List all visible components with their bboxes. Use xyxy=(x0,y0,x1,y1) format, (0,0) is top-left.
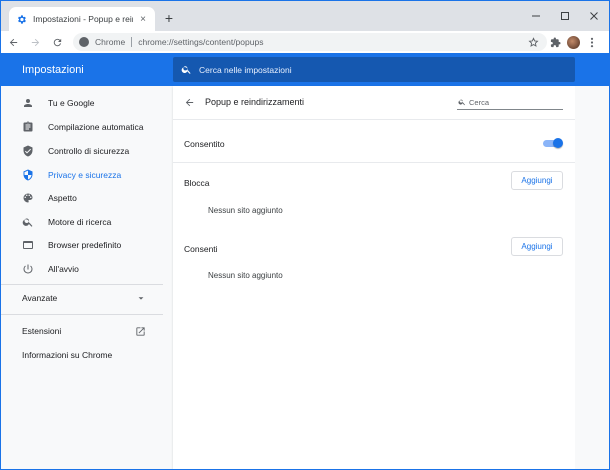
sidebar-item-privacy[interactable]: Privacy e sicurezza xyxy=(1,164,163,186)
block-empty-text: Nessun sito aggiunto xyxy=(208,206,283,215)
close-window-icon[interactable] xyxy=(579,1,609,31)
sidebar-about-chrome[interactable]: Informazioni su Chrome xyxy=(22,350,112,360)
sidebar-item-label: Aspetto xyxy=(48,193,77,203)
block-add-button[interactable]: Aggiungi xyxy=(511,171,563,190)
subpage-search[interactable] xyxy=(457,95,563,110)
sidebar-item-label: Browser predefinito xyxy=(48,240,122,250)
shield-check-icon xyxy=(21,144,35,158)
block-section-title: Blocca xyxy=(184,178,210,188)
tab-close-icon[interactable]: × xyxy=(137,13,149,25)
back-arrow-icon[interactable] xyxy=(3,32,23,52)
sidebar-item-label: Compilazione automatica xyxy=(48,122,144,132)
sidebar-item-autofill[interactable]: Compilazione automatica xyxy=(1,116,163,138)
profile-avatar[interactable] xyxy=(564,32,582,52)
settings-search[interactable] xyxy=(173,57,575,82)
sidebar-item-safety-check[interactable]: Controllo di sicurezza xyxy=(1,140,163,162)
settings-search-input[interactable] xyxy=(199,64,559,75)
allow-empty-text: Nessun sito aggiunto xyxy=(208,271,283,280)
palette-icon xyxy=(21,191,35,205)
new-tab-button[interactable]: + xyxy=(161,10,177,26)
allow-section-title: Consenti xyxy=(184,244,218,254)
search-icon xyxy=(21,215,35,229)
popups-settings-card: Popup e reindirizzamenti Consentito Bloc… xyxy=(173,86,575,469)
reload-icon[interactable] xyxy=(47,32,67,52)
maximize-icon[interactable] xyxy=(550,1,580,31)
tab-settings[interactable]: Impostazioni - Popup e reindirizz × xyxy=(9,7,155,31)
url-text: chrome://settings/content/popups xyxy=(138,37,264,47)
search-icon xyxy=(180,64,192,76)
sidebar-item-default-browser[interactable]: Browser predefinito xyxy=(1,234,163,256)
menu-kebab-icon[interactable] xyxy=(583,32,601,52)
omnibox-chip: Chrome xyxy=(95,37,126,47)
allowed-toggle[interactable] xyxy=(543,138,563,148)
person-icon xyxy=(21,96,35,110)
allow-add-button[interactable]: Aggiungi xyxy=(511,237,563,256)
page-title: Impostazioni xyxy=(22,64,84,76)
avatar xyxy=(566,35,580,49)
search-icon xyxy=(457,98,466,107)
tab-title: Impostazioni - Popup e reindirizz xyxy=(33,14,133,24)
shield-icon xyxy=(21,168,35,182)
clipboard-icon xyxy=(21,120,35,134)
sidebar-item-on-startup[interactable]: All'avvio xyxy=(1,258,163,280)
extensions-puzzle-icon[interactable] xyxy=(546,32,564,52)
sidebar-item-label: Tu e Google xyxy=(48,98,95,108)
sidebar-item-appearance[interactable]: Aspetto xyxy=(1,187,163,209)
sidebar-advanced[interactable]: Avanzate xyxy=(22,293,57,303)
settings-sidebar: Tu e Google Compilazione automatica Cont… xyxy=(1,86,163,469)
content-area: Tu e Google Compilazione automatica Cont… xyxy=(1,86,609,469)
subpage-search-input[interactable] xyxy=(469,97,559,107)
minimize-icon[interactable] xyxy=(521,1,551,31)
forward-arrow-icon[interactable] xyxy=(25,32,45,52)
allowed-label: Consentito xyxy=(184,139,225,149)
sidebar-item-label: All'avvio xyxy=(48,264,79,274)
browser-window: Impostazioni - Popup e reindirizz × + Ch… xyxy=(0,0,610,470)
browser-icon xyxy=(21,238,35,252)
power-icon xyxy=(21,262,35,276)
tab-strip: Impostazioni - Popup e reindirizz × + xyxy=(1,1,609,31)
star-icon[interactable] xyxy=(527,36,539,48)
address-bar[interactable]: Chrome chrome://settings/content/popups xyxy=(73,33,547,51)
sidebar-item-label: Motore di ricerca xyxy=(48,217,112,227)
subpage-title: Popup e reindirizzamenti xyxy=(205,97,305,107)
sidebar-extensions[interactable]: Estensioni xyxy=(22,326,61,336)
chrome-icon xyxy=(79,37,89,47)
sidebar-item-you-and-google[interactable]: Tu e Google xyxy=(1,92,163,114)
sidebar-item-label: Privacy e sicurezza xyxy=(48,170,122,180)
settings-header: Impostazioni xyxy=(1,53,609,86)
sidebar-item-label: Controllo di sicurezza xyxy=(48,146,130,156)
open-external-icon[interactable] xyxy=(134,325,146,337)
back-arrow-icon[interactable] xyxy=(183,96,195,108)
sidebar-item-search-engine[interactable]: Motore di ricerca xyxy=(1,211,163,233)
chevron-down-icon[interactable] xyxy=(136,293,146,303)
gear-icon xyxy=(15,13,27,25)
